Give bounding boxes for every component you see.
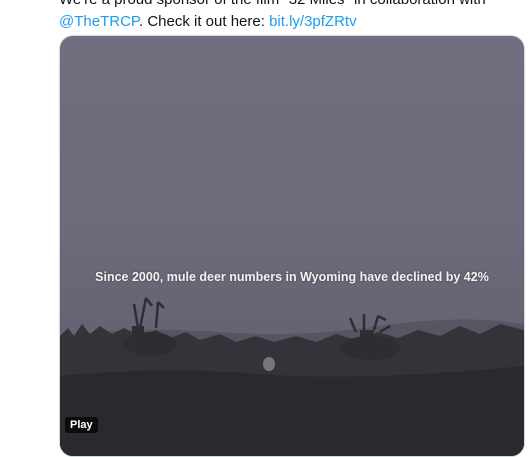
video-caption: Since 2000, mule deer numbers in Wyoming… bbox=[95, 270, 489, 284]
deer-left bbox=[124, 297, 176, 356]
tweet-line-2: @TheTRCP. Check it out here: bit.ly/3pfZ… bbox=[59, 11, 529, 33]
tweet-line-2-text: . Check it out here: bbox=[138, 13, 270, 30]
video-frame bbox=[60, 297, 524, 456]
deer-small bbox=[263, 357, 275, 371]
url-link[interactable]: bit.ly/3pfZRtv bbox=[269, 13, 357, 30]
mention-link[interactable]: @TheTRCP bbox=[59, 13, 139, 30]
tweet-text: We're a proud sponsor of the film "32 Mi… bbox=[59, 0, 529, 33]
tweet-line-1: We're a proud sponsor of the film "32 Mi… bbox=[59, 0, 529, 11]
grass-dark bbox=[60, 366, 524, 456]
play-button[interactable]: Play bbox=[65, 417, 98, 433]
video-player[interactable]: Since 2000, mule deer numbers in Wyoming… bbox=[59, 35, 525, 457]
